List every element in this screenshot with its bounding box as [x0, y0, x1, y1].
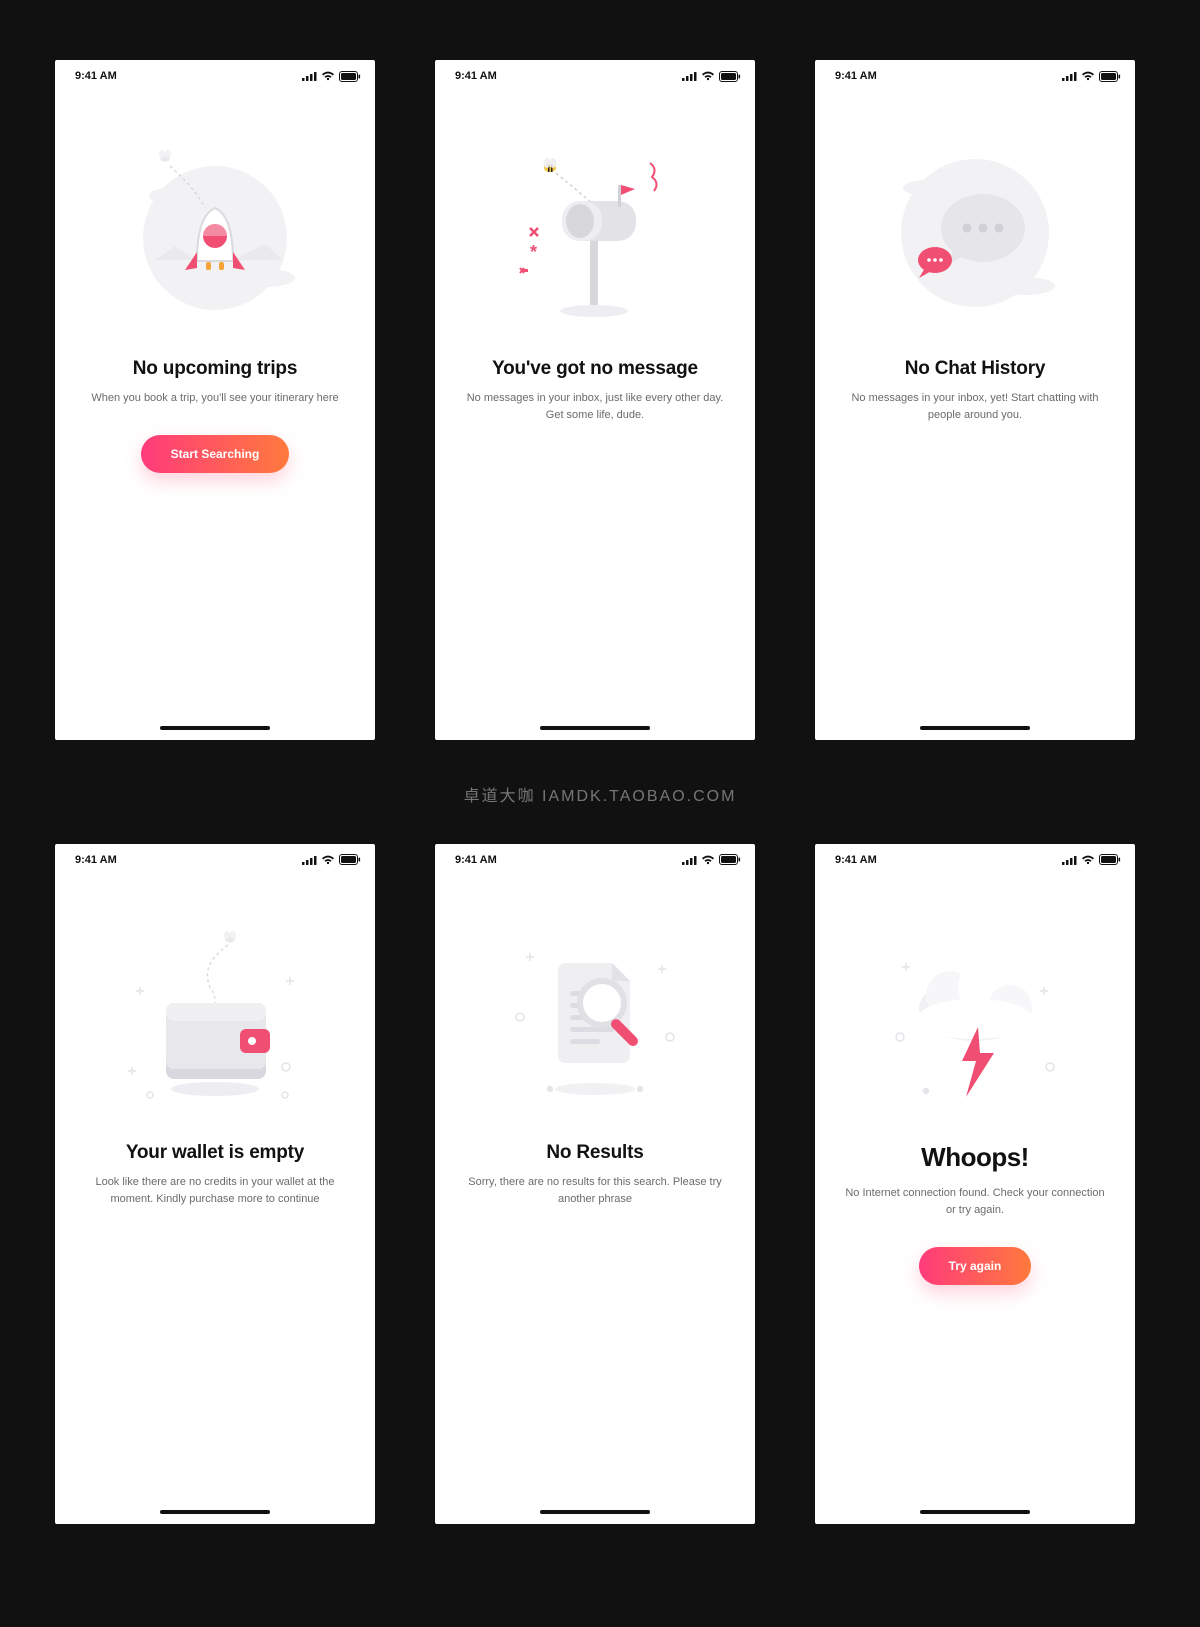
status-bar: 9:41 AM	[435, 60, 755, 88]
battery-icon	[719, 71, 741, 82]
battery-icon	[1099, 854, 1121, 865]
status-bar: 9:41 AM	[815, 844, 1135, 872]
empty-subtitle: No Internet connection found. Check your…	[845, 1185, 1105, 1219]
home-indicator[interactable]	[160, 726, 270, 730]
empty-title: Whoops!	[921, 1142, 1029, 1173]
status-icons	[682, 854, 741, 865]
home-indicator[interactable]	[540, 726, 650, 730]
battery-icon	[339, 854, 361, 865]
wallet-illustration	[105, 912, 325, 1122]
signal-icon	[682, 855, 697, 865]
signal-icon	[1062, 855, 1077, 865]
status-icons	[1062, 854, 1121, 865]
chat-bubble-illustration	[865, 128, 1085, 338]
empty-title: No Results	[546, 1142, 643, 1164]
wifi-icon	[701, 71, 715, 81]
search-document-illustration	[485, 912, 705, 1122]
start-searching-button[interactable]: Start Searching	[141, 435, 290, 473]
status-icons	[302, 71, 361, 82]
empty-title: No upcoming trips	[133, 358, 297, 380]
status-icons	[1062, 71, 1121, 82]
empty-title: No Chat History	[905, 358, 1046, 380]
battery-icon	[719, 854, 741, 865]
home-indicator[interactable]	[160, 1510, 270, 1514]
empty-state-trips: No upcoming trips When you book a trip, …	[55, 88, 375, 740]
svg-text:*: *	[530, 242, 537, 262]
status-time: 9:41 AM	[835, 70, 877, 82]
signal-icon	[682, 71, 697, 81]
empty-subtitle: Sorry, there are no results for this sea…	[465, 1174, 725, 1208]
empty-subtitle: Look like there are no credits in your w…	[85, 1174, 345, 1208]
watermark-text: 卓道大咖 IAMDK.TAOBAO.COM	[464, 782, 737, 806]
status-time: 9:41 AM	[835, 854, 877, 866]
status-time: 9:41 AM	[455, 854, 497, 866]
status-bar: 9:41 AM	[435, 844, 755, 872]
phone-screen-search: 9:41 AM	[435, 844, 755, 1524]
battery-icon	[1099, 71, 1121, 82]
home-indicator[interactable]	[920, 1510, 1030, 1514]
empty-state-chat: No Chat History No messages in your inbo…	[815, 88, 1135, 740]
status-bar: 9:41 AM	[815, 60, 1135, 88]
signal-icon	[302, 855, 317, 865]
status-bar: 9:41 AM	[55, 60, 375, 88]
empty-state-offline: Whoops! No Internet connection found. Ch…	[815, 872, 1135, 1524]
signal-icon	[302, 71, 317, 81]
status-icons	[302, 854, 361, 865]
wifi-icon	[1081, 855, 1095, 865]
empty-subtitle: When you book a trip, you'll see your it…	[91, 390, 338, 407]
phone-screen-inbox: 9:41 AM *	[435, 60, 755, 740]
wifi-icon	[321, 855, 335, 865]
empty-subtitle: No messages in your inbox, yet! Start ch…	[845, 390, 1105, 424]
phone-screen-wallet: 9:41 AM	[55, 844, 375, 1524]
wifi-icon	[701, 855, 715, 865]
home-indicator[interactable]	[920, 726, 1030, 730]
try-again-button[interactable]: Try again	[919, 1247, 1032, 1285]
wifi-icon	[1081, 71, 1095, 81]
status-icons	[682, 71, 741, 82]
empty-state-wallet: Your wallet is empty Look like there are…	[55, 872, 375, 1524]
wifi-icon	[321, 71, 335, 81]
signal-icon	[1062, 71, 1077, 81]
status-time: 9:41 AM	[75, 70, 117, 82]
status-bar: 9:41 AM	[55, 844, 375, 872]
empty-state-search: No Results Sorry, there are no results f…	[435, 872, 755, 1524]
status-time: 9:41 AM	[75, 854, 117, 866]
storm-cloud-illustration	[865, 912, 1085, 1122]
mailbox-illustration: *	[485, 128, 705, 338]
phone-screen-offline: 9:41 AM	[815, 844, 1135, 1524]
empty-title: You've got no message	[492, 358, 698, 380]
battery-icon	[339, 71, 361, 82]
home-indicator[interactable]	[540, 1510, 650, 1514]
phone-screen-chat: 9:41 AM	[815, 60, 1135, 740]
status-time: 9:41 AM	[455, 70, 497, 82]
rocket-illustration	[105, 128, 325, 338]
empty-subtitle: No messages in your inbox, just like eve…	[465, 390, 725, 424]
phone-screen-trips: 9:41 AM	[55, 60, 375, 740]
empty-title: Your wallet is empty	[126, 1142, 304, 1164]
empty-state-inbox: *	[435, 88, 755, 740]
